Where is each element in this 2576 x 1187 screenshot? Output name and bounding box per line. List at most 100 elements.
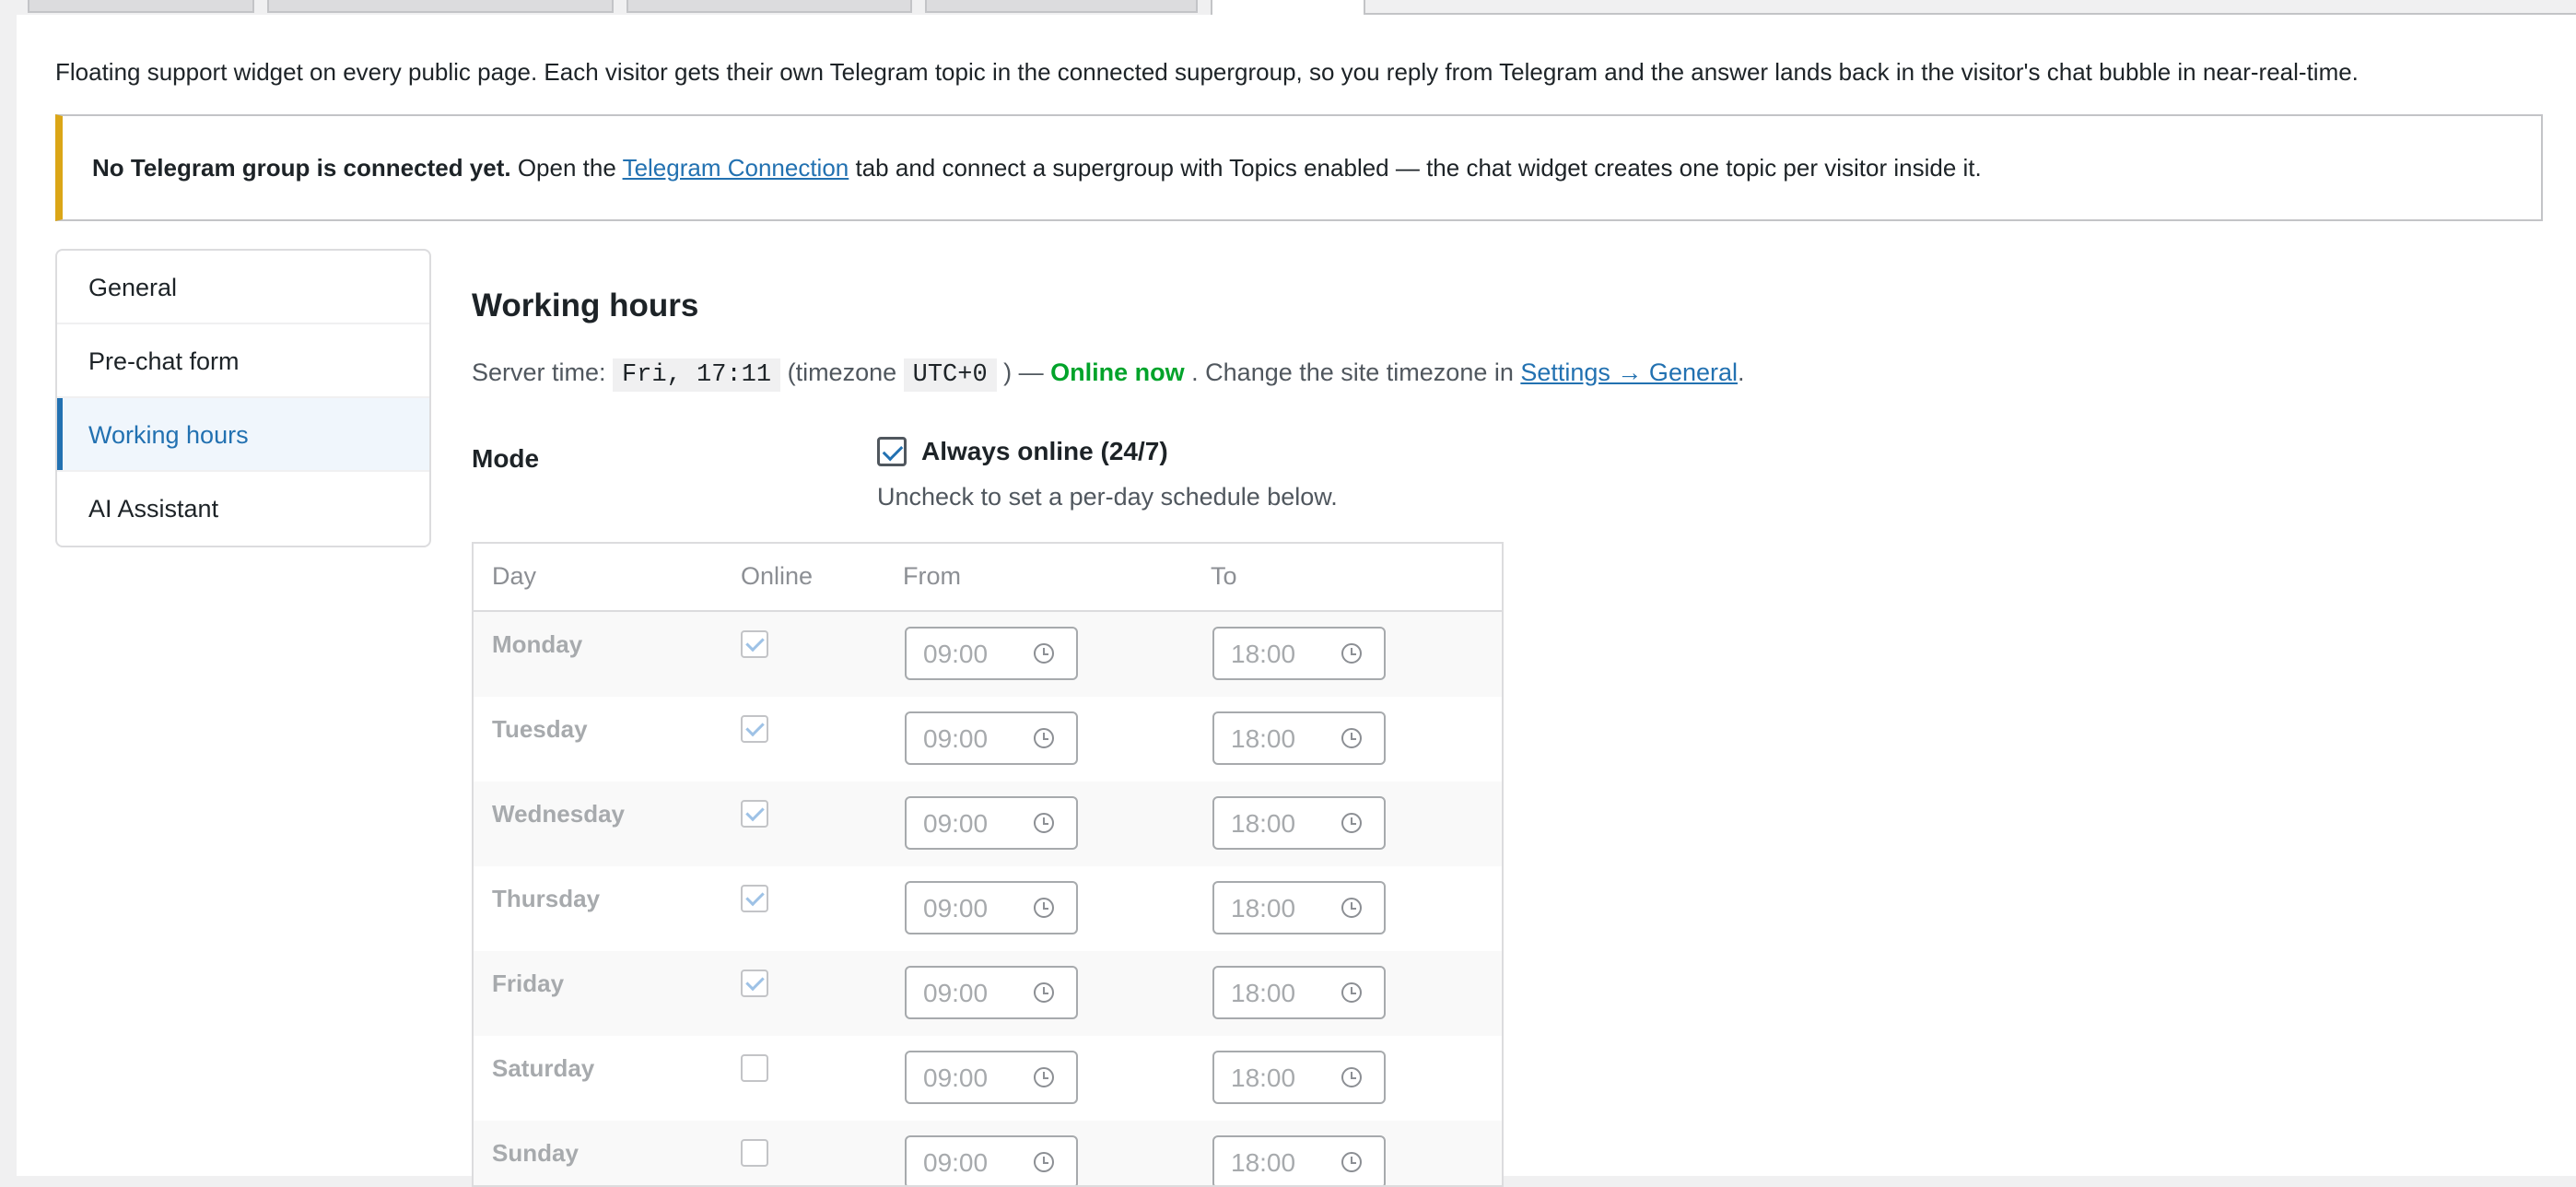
from-time-input[interactable]: 09:00 xyxy=(905,1135,1078,1185)
time-value: 09:00 xyxy=(923,1148,989,1177)
settings-sidenav: General Pre-chat form Working hours AI A… xyxy=(55,249,431,547)
warning-notice: No Telegram group is connected yet. Open… xyxy=(55,114,2543,221)
clock-icon xyxy=(1341,1067,1362,1087)
clock-icon xyxy=(1034,1067,1054,1087)
top-tab-bar xyxy=(0,0,2576,17)
online-checkbox[interactable] xyxy=(741,800,768,828)
to-time-input[interactable]: 18:00 xyxy=(1212,711,1386,765)
online-checkbox[interactable] xyxy=(741,1054,768,1082)
online-checkbox[interactable] xyxy=(741,1139,768,1167)
from-time-input[interactable]: 09:00 xyxy=(905,966,1078,1019)
time-value: 09:00 xyxy=(923,724,989,753)
online-checkbox[interactable] xyxy=(741,970,768,997)
sidenav-item-ai-assistant[interactable]: AI Assistant xyxy=(57,472,429,546)
server-prefix: Server time: xyxy=(472,358,614,386)
day-label: Wednesday xyxy=(492,800,626,828)
from-time-input[interactable]: 09:00 xyxy=(905,881,1078,934)
online-checkbox[interactable] xyxy=(741,630,768,658)
time-value: 18:00 xyxy=(1231,979,1296,1007)
to-time-input[interactable]: 18:00 xyxy=(1212,1135,1386,1185)
timezone-value: UTC+0 xyxy=(903,358,997,392)
time-value: 09:00 xyxy=(923,809,989,838)
day-label: Saturday xyxy=(492,1054,595,1082)
clock-icon xyxy=(1034,898,1054,918)
day-label: Tuesday xyxy=(492,715,588,743)
table-row: Friday 09:00 18:00 xyxy=(474,951,1502,1036)
clock-icon xyxy=(1341,982,1362,1003)
day-label: Thursday xyxy=(492,885,601,912)
clock-icon xyxy=(1034,982,1054,1003)
online-status: Online now xyxy=(1050,358,1185,386)
server-time-value: Fri, 17:11 xyxy=(613,358,781,392)
to-time-input[interactable]: 18:00 xyxy=(1212,966,1386,1019)
header-day: Day xyxy=(492,562,537,590)
notice-pre: Open the xyxy=(510,154,623,182)
change-prefix: . Change the site timezone in xyxy=(1184,358,1521,386)
tab-1[interactable] xyxy=(28,0,254,13)
from-time-input[interactable]: 09:00 xyxy=(905,711,1078,765)
telegram-connection-link[interactable]: Telegram Connection xyxy=(623,154,849,182)
sidenav-item-working-hours[interactable]: Working hours xyxy=(57,398,429,472)
from-time-input[interactable]: 09:00 xyxy=(905,796,1078,850)
to-time-input[interactable]: 18:00 xyxy=(1212,796,1386,850)
tab-2[interactable] xyxy=(267,0,614,13)
change-suffix: . xyxy=(1738,358,1745,386)
schedule-header: Day Online From To xyxy=(474,544,1502,612)
clock-icon xyxy=(1341,813,1362,833)
header-online: Online xyxy=(741,562,814,590)
schedule-table: Day Online From To Monday 09:00 18:00 Tu… xyxy=(472,542,1504,1187)
day-label: Sunday xyxy=(492,1139,579,1167)
day-label: Friday xyxy=(492,970,565,997)
to-time-input[interactable]: 18:00 xyxy=(1212,627,1386,680)
clock-icon xyxy=(1341,898,1362,918)
time-value: 09:00 xyxy=(923,894,989,923)
table-row: Saturday 09:00 18:00 xyxy=(474,1036,1502,1121)
clock-icon xyxy=(1341,1152,1362,1172)
time-value: 18:00 xyxy=(1231,1064,1296,1092)
always-online-label[interactable]: Always online (24/7) xyxy=(921,437,1168,466)
table-row: Tuesday 09:00 18:00 xyxy=(474,697,1502,782)
time-value: 09:00 xyxy=(923,979,989,1007)
from-time-input[interactable]: 09:00 xyxy=(905,627,1078,680)
mode-hint: Uncheck to set a per-day schedule below. xyxy=(877,483,1338,511)
clock-icon xyxy=(1034,813,1054,833)
time-value: 09:00 xyxy=(923,640,989,668)
online-checkbox[interactable] xyxy=(741,715,768,743)
notice-text: No Telegram group is connected yet. Open… xyxy=(92,151,1982,184)
clock-icon xyxy=(1034,1152,1054,1172)
sidenav-item-general[interactable]: General xyxy=(57,251,429,324)
header-to: To xyxy=(1211,562,1237,590)
time-value: 18:00 xyxy=(1231,809,1296,838)
day-label: Monday xyxy=(492,630,583,658)
section-title: Working hours xyxy=(472,288,699,323)
online-checkbox[interactable] xyxy=(741,885,768,912)
mode-label: Mode xyxy=(472,444,540,473)
to-time-input[interactable]: 18:00 xyxy=(1212,881,1386,934)
tab-3[interactable] xyxy=(626,0,912,13)
tab-4[interactable] xyxy=(925,0,1198,13)
header-from: From xyxy=(903,562,961,590)
table-row: Thursday 09:00 18:00 xyxy=(474,866,1502,951)
server-time-line: Server time: Fri, 17:11 (timezone UTC+0 … xyxy=(472,354,1745,394)
time-value: 18:00 xyxy=(1231,1148,1296,1177)
clock-icon xyxy=(1034,643,1054,664)
settings-panel: Floating support widget on every public … xyxy=(17,15,2576,1187)
clock-icon xyxy=(1341,728,1362,748)
sidenav-item-pre-chat-form[interactable]: Pre-chat form xyxy=(57,324,429,398)
table-row: Wednesday 09:00 18:00 xyxy=(474,782,1502,866)
table-row: Sunday 09:00 18:00 xyxy=(474,1121,1502,1185)
notice-bold: No Telegram group is connected yet. xyxy=(92,154,511,182)
settings-general-link[interactable]: Settings → General xyxy=(1520,358,1738,386)
clock-icon xyxy=(1341,643,1362,664)
time-value: 09:00 xyxy=(923,1064,989,1092)
from-time-input[interactable]: 09:00 xyxy=(905,1051,1078,1104)
table-row: Monday 09:00 18:00 xyxy=(474,612,1502,697)
to-time-input[interactable]: 18:00 xyxy=(1212,1051,1386,1104)
notice-post: tab and connect a supergroup with Topics… xyxy=(849,154,1982,182)
tz-suffix: ) — xyxy=(996,358,1051,386)
always-online-checkbox[interactable] xyxy=(877,437,907,466)
time-value: 18:00 xyxy=(1231,894,1296,923)
time-value: 18:00 xyxy=(1231,724,1296,753)
tz-prefix: (timezone xyxy=(780,358,904,386)
time-value: 18:00 xyxy=(1231,640,1296,668)
